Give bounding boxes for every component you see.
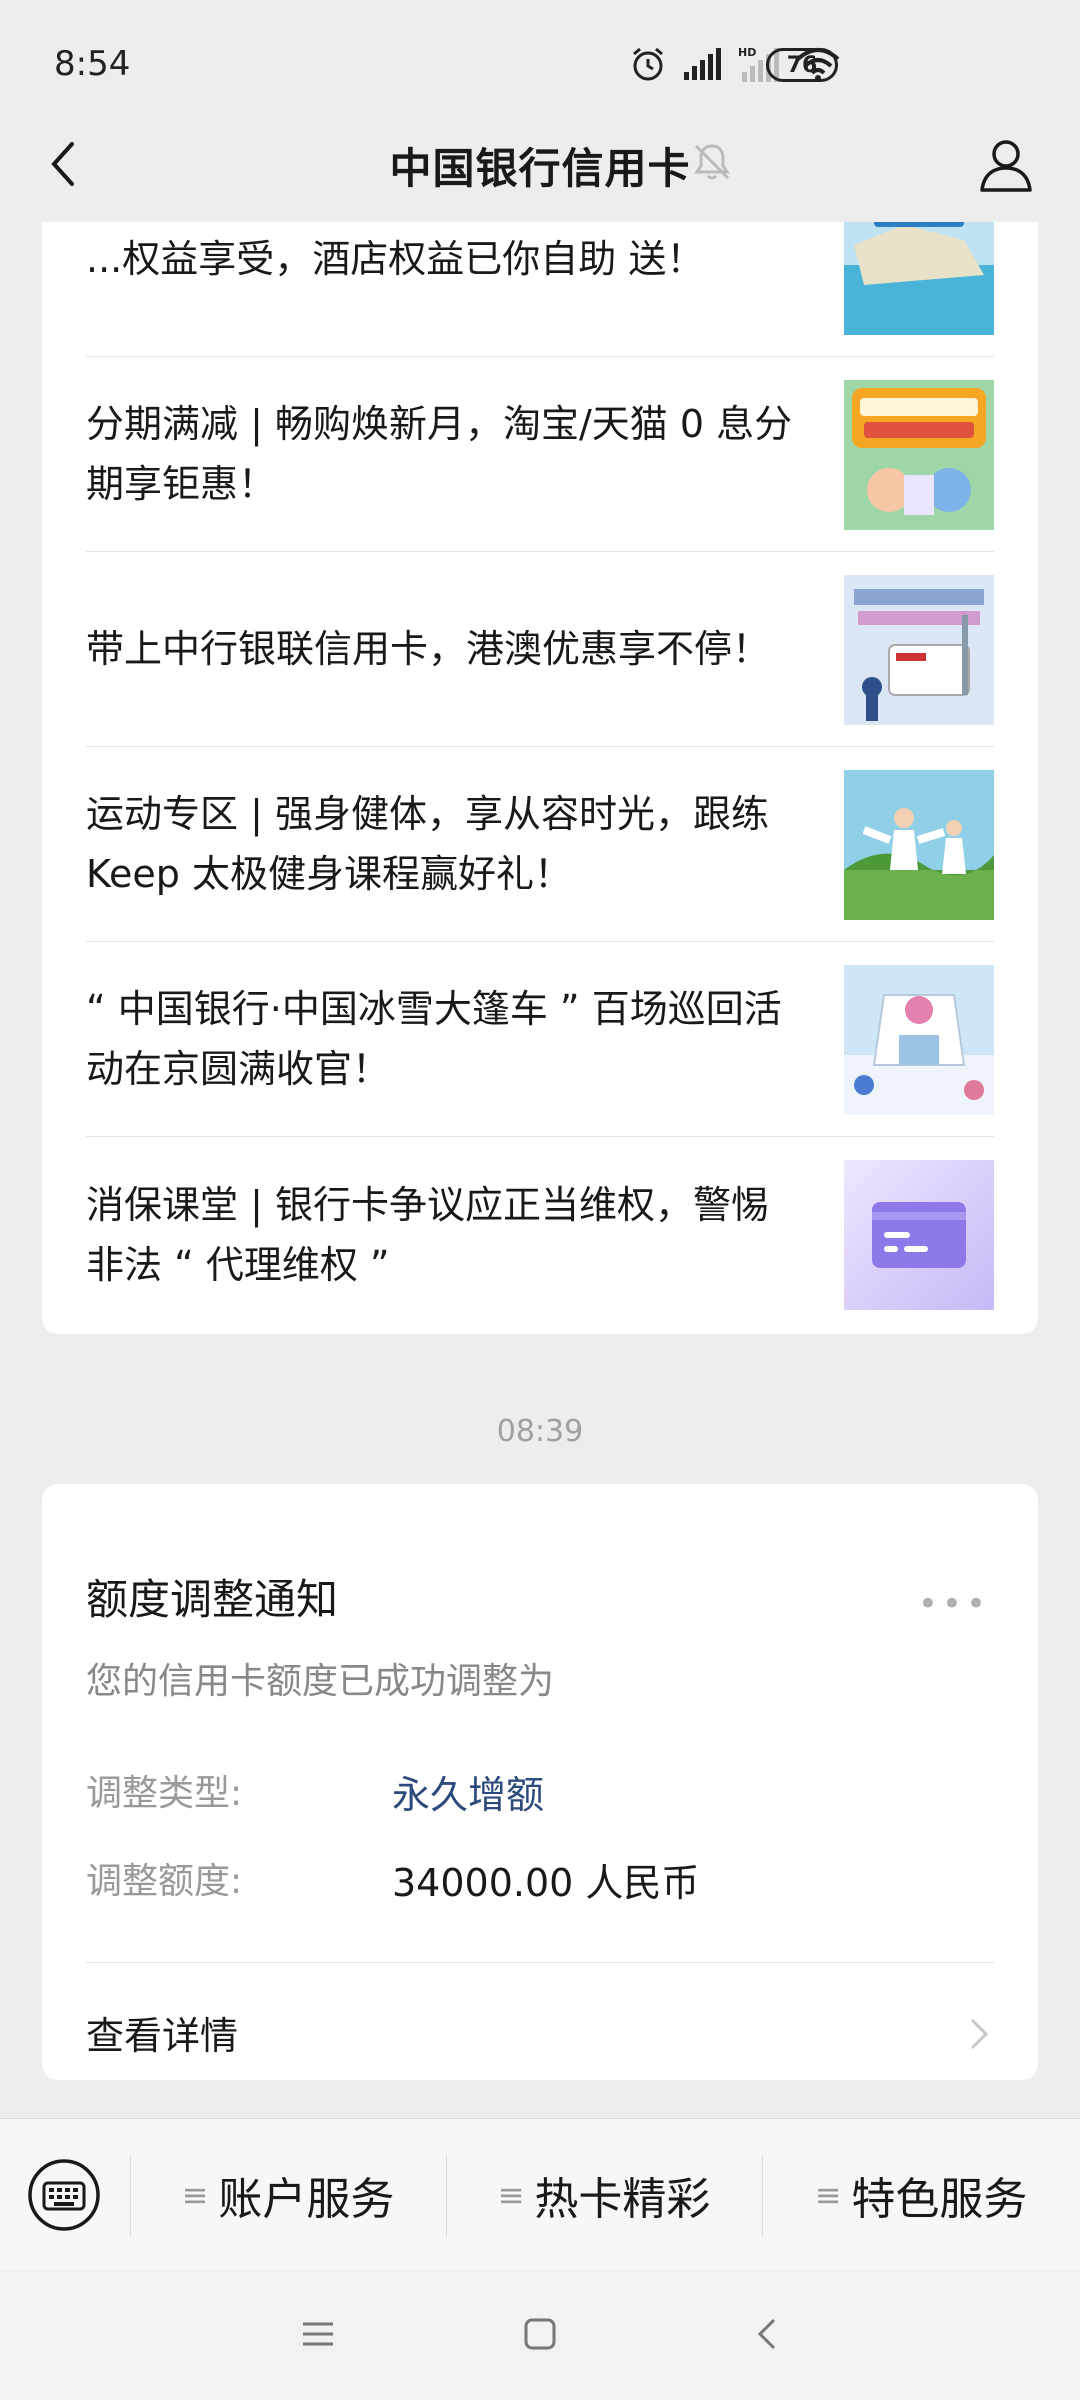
nav-bar: 中国银行信用卡	[0, 110, 1080, 220]
profile-icon[interactable]	[974, 132, 1038, 196]
alarm-icon	[633, 47, 663, 81]
article-title: 带上中行银联信用卡，港澳优惠享不停！	[86, 627, 771, 671]
notice-title: 额度调整通知	[86, 1575, 339, 1624]
article-item[interactable]: 分期满减 | 畅购焕新月，淘宝/天猫 0 息分期享钜惠！	[86, 357, 994, 552]
news-card: ...权益享受，酒店权益已你自助 送！ 分期满减 | 畅购焕新月，淘宝/天猫 0…	[42, 222, 1038, 1334]
home-icon[interactable]	[522, 2316, 558, 2352]
adjust-amount-label: 调整额度:	[86, 1861, 243, 1902]
adjust-type-label: 调整类型:	[86, 1773, 243, 1814]
menu-label: 账户服务	[218, 2174, 395, 2225]
chat-content[interactable]: ...权益享受，酒店权益已你自助 送！ 分期满减 | 畅购焕新月，淘宝/天猫 0…	[0, 222, 1080, 2118]
article-title: 运动专区 | 强身健体，享从容时光，跟练 Keep 太极健身课程赢好礼！	[86, 792, 769, 896]
article-title: 消保课堂 | 银行卡争议应正当维权，警惕非法 “ 代理维权 ”	[86, 1182, 769, 1287]
menu-list-icon: ≡	[497, 2176, 525, 2214]
hk-macau-card-icon	[844, 575, 994, 725]
menu-account-services[interactable]: ≡ 账户服务	[130, 2119, 446, 2271]
notice-subtitle: 您的信用卡额度已成功调整为	[86, 1661, 555, 1702]
menu-label: 特色服务	[851, 2174, 1028, 2225]
article-item[interactable]: 运动专区 | 强身健体，享从容时光，跟练 Keep 太极健身课程赢好礼！	[86, 747, 994, 942]
view-details-label: 查看详情	[86, 2013, 239, 2058]
menu-label: 热卡精彩	[534, 2174, 711, 2225]
page-title: 中国银行信用卡	[389, 143, 691, 193]
status-time: 8:54	[54, 44, 131, 84]
adjust-amount-value: 34000.00 人民币	[392, 1861, 700, 1905]
menu-list-icon: ≡	[814, 2176, 842, 2214]
muted-bell-icon	[694, 144, 730, 180]
message-timestamp: 08:39	[496, 1414, 584, 1449]
more-options-icon[interactable]: •••	[918, 1584, 990, 1624]
system-nav-bar	[0, 2270, 1080, 2400]
pool-icon	[844, 222, 994, 335]
event-icon	[844, 965, 994, 1115]
menu-special-services[interactable]: ≡ 特色服务	[762, 2119, 1080, 2271]
chevron-right-icon	[970, 2018, 989, 2050]
card-icon	[844, 1160, 994, 1310]
article-item[interactable]: 消保课堂 | 银行卡争议应正当维权，警惕非法 “ 代理维权 ”	[86, 1137, 994, 1332]
svg-text:HD: HD	[738, 46, 756, 59]
recent-apps-icon[interactable]	[300, 2316, 336, 2352]
status-bar: 8:54	[0, 0, 1080, 128]
bottom-menu: ≡ 账户服务 ≡ 热卡精彩 ≡ 特色服务	[0, 2118, 1080, 2270]
article-title: 分期满减 | 畅购焕新月，淘宝/天猫 0 息分期享钜惠！	[86, 402, 793, 506]
back-icon[interactable]	[36, 134, 96, 194]
shopping-promo-icon	[844, 380, 994, 530]
system-back-icon[interactable]	[750, 2316, 786, 2352]
battery-indicator: 76	[766, 48, 838, 82]
article-item[interactable]: “ 中国银行·中国冰雪大篷车 ” 百场巡回活动在京圆满收官！	[86, 942, 994, 1137]
keyboard-icon[interactable]	[26, 2157, 102, 2233]
signal-icon	[684, 48, 721, 80]
divider	[86, 1962, 994, 1963]
adjust-type-value: 永久增额	[392, 1773, 545, 1817]
taichi-icon	[844, 770, 994, 920]
menu-hot-cards[interactable]: ≡ 热卡精彩	[446, 2119, 762, 2271]
article-title: ...权益享受，酒店权益已你自助 送！	[86, 237, 705, 281]
article-item[interactable]: ...权益享受，酒店权益已你自助 送！	[86, 222, 994, 357]
notice-card[interactable]: 额度调整通知 ••• 您的信用卡额度已成功调整为 调整类型: 永久增额 调整额度…	[42, 1484, 1038, 2080]
menu-list-icon: ≡	[181, 2176, 209, 2214]
article-item[interactable]: 带上中行银联信用卡，港澳优惠享不停！	[86, 552, 994, 747]
view-details-link[interactable]: 查看详情	[86, 1984, 994, 2080]
article-title: “ 中国银行·中国冰雪大篷车 ” 百场巡回活动在京圆满收官！	[86, 987, 782, 1091]
